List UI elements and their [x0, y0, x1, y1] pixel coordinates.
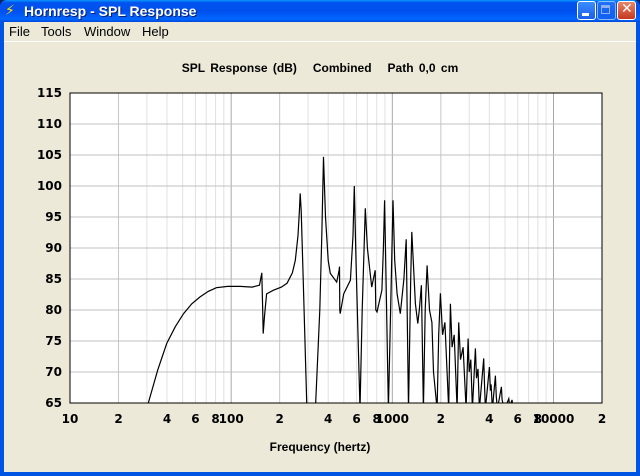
y-tick-label: 90 — [45, 241, 62, 255]
y-tick-label: 115 — [37, 86, 62, 100]
x-tick-label: 10 — [62, 412, 79, 426]
y-tick-label: 70 — [45, 365, 62, 379]
x-tick-label: 2 — [275, 412, 283, 426]
x-tick-label: 10000 — [533, 412, 575, 426]
y-tick-label: 65 — [45, 396, 62, 410]
x-tick-label: 6 — [514, 412, 522, 426]
x-tick-label: 2 — [437, 412, 445, 426]
y-tick-label: 80 — [45, 303, 62, 317]
x-tick-label: 6 — [191, 412, 199, 426]
y-tick-label: 95 — [45, 210, 62, 224]
x-tick-label: 100 — [219, 412, 244, 426]
y-tick-label: 105 — [37, 148, 62, 162]
y-tick-label: 100 — [37, 179, 62, 193]
x-tick-label: 4 — [324, 412, 332, 426]
x-tick-label: 1000 — [376, 412, 409, 426]
x-tick-label: 2 — [598, 412, 606, 426]
x-tick-label: 4 — [485, 412, 493, 426]
y-tick-label: 85 — [45, 272, 62, 286]
y-tick-label: 75 — [45, 334, 62, 348]
spl-chart: 6570758085909510010511011510 2 4 6 8100 2 4 6 81… — [37, 86, 606, 426]
x-tick-label: 4 — [163, 412, 171, 426]
app-window: ⚡ Hornresp - SPL Response ✕ File Tools W… — [0, 0, 640, 476]
x-tick-label: 6 — [352, 412, 360, 426]
x-tick-label: 2 — [114, 412, 122, 426]
y-tick-label: 110 — [37, 117, 62, 131]
